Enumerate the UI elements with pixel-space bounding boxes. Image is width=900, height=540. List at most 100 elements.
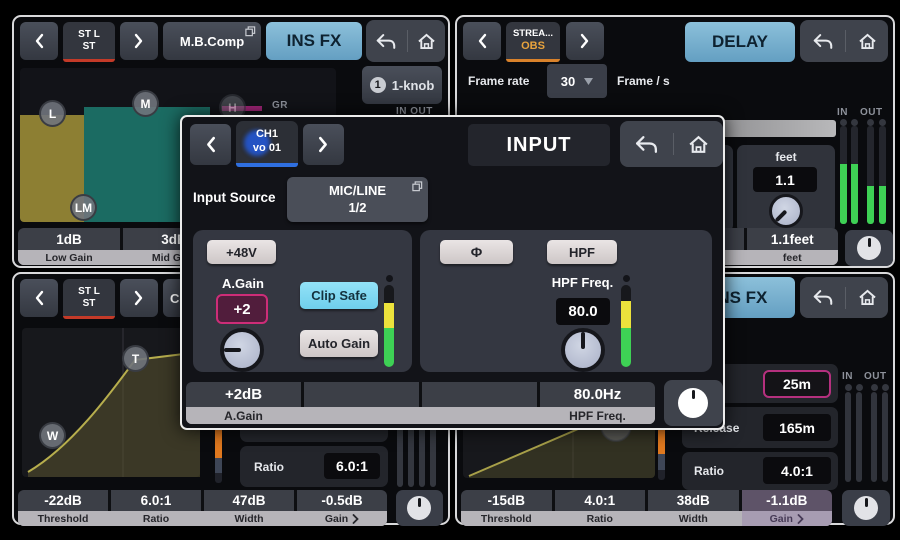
undo-button[interactable]: [812, 33, 834, 50]
out-meter: [882, 392, 888, 482]
input-source-label: Input Source: [193, 190, 276, 205]
a-gain-knob[interactable]: [220, 328, 264, 372]
out-label: OUT: [864, 371, 887, 382]
ratio-label: Ratio: [694, 464, 724, 478]
phase-button[interactable]: Φ: [440, 240, 513, 264]
frame-rate-dropdown[interactable]: 30: [547, 64, 607, 98]
input-dialog: CH1 vo 01 INPUT Input Source MIC/LINE 1/…: [180, 115, 725, 430]
next-channel-button[interactable]: [120, 279, 158, 317]
next-channel-button[interactable]: [120, 22, 158, 60]
param-a-gain[interactable]: +2dB: [186, 382, 301, 407]
auto-gain-button[interactable]: Auto Gain: [300, 330, 378, 357]
low-mid-band-handle[interactable]: LM: [70, 194, 97, 221]
assign-knob-button[interactable]: [845, 230, 893, 266]
param-low-gain[interactable]: 1dB: [18, 228, 120, 250]
hpf-freq-value[interactable]: 80.0: [556, 298, 610, 325]
param-cell[interactable]: [422, 382, 537, 407]
in-meter: [845, 392, 851, 482]
a-gain-label: A.Gain: [203, 276, 283, 291]
prev-channel-button[interactable]: [20, 22, 58, 60]
phase-hpf-section: Φ HPF HPF Freq. 80.0: [420, 230, 712, 372]
home-button[interactable]: [858, 33, 877, 50]
assign-knob-button[interactable]: [842, 490, 890, 526]
undo-button[interactable]: [812, 289, 834, 306]
hpf-freq-knob[interactable]: [561, 328, 605, 372]
param-feet[interactable]: 1.1feet: [747, 228, 839, 250]
hpf-freq-label: HPF Freq.: [530, 275, 635, 290]
copy-icon: [245, 26, 256, 37]
next-channel-button[interactable]: [566, 22, 604, 60]
channel-tab[interactable]: STREA... OBS: [506, 22, 560, 62]
channel-tab-line2: OBS: [521, 40, 545, 53]
undo-button[interactable]: [375, 33, 397, 50]
prev-channel-button[interactable]: [20, 279, 58, 317]
param-cell[interactable]: [304, 382, 419, 407]
param-threshold[interactable]: -15dB: [461, 490, 552, 511]
param-bar: -15dB 4.0:1 38dB -1.1dB Threshold Ratio …: [461, 490, 832, 526]
nav-group: [366, 20, 445, 62]
chevron-left-icon: [477, 33, 487, 49]
param-threshold[interactable]: -22dB: [18, 490, 108, 511]
home-button[interactable]: [417, 33, 436, 50]
param-label: [422, 407, 537, 424]
clip-safe-button[interactable]: Clip Safe: [300, 282, 378, 309]
ratio-label: Ratio: [254, 460, 284, 474]
phantom-48v-button[interactable]: +48V: [207, 240, 276, 264]
chevron-right-icon: [797, 514, 804, 524]
gr-label: GR: [272, 100, 288, 111]
home-button[interactable]: [688, 135, 709, 154]
ratio-value[interactable]: 4.0:1: [763, 457, 831, 484]
channel-tab[interactable]: ST L ST: [63, 279, 115, 319]
hpf-button[interactable]: HPF: [547, 240, 617, 264]
param-gain-selected[interactable]: -1.1dB: [742, 490, 833, 511]
param-width[interactable]: 47dB: [204, 490, 294, 511]
preset-button[interactable]: M.B.Comp: [163, 22, 261, 60]
low-band-handle[interactable]: L: [39, 100, 66, 127]
frame-unit-label: Frame / s: [617, 74, 670, 88]
home-button[interactable]: [858, 289, 877, 306]
undo-button[interactable]: [634, 135, 659, 154]
dropdown-caret-icon: [584, 78, 593, 85]
width-handle[interactable]: W: [39, 422, 66, 449]
input-source-button[interactable]: MIC/LINE 1/2: [287, 177, 428, 222]
param-hpf-freq[interactable]: 80.0Hz: [540, 382, 655, 407]
prev-channel-button[interactable]: [190, 124, 231, 165]
in-meter: [840, 126, 847, 224]
channel-tab[interactable]: ST L ST: [63, 22, 115, 62]
a-gain-value[interactable]: +2: [216, 294, 268, 324]
assign-knob-button[interactable]: [664, 380, 723, 426]
in-meter: [856, 392, 862, 482]
in-label: IN: [842, 371, 853, 382]
feet-knob[interactable]: [769, 194, 803, 228]
ratio-value[interactable]: 6.0:1: [324, 453, 380, 479]
channel-tab-ch1[interactable]: CH1 vo 01: [236, 121, 298, 167]
param-width[interactable]: 38dB: [648, 490, 739, 511]
param-label: Ratio: [111, 511, 201, 526]
chevron-left-icon: [205, 136, 216, 153]
param-ratio[interactable]: 4.0:1: [555, 490, 646, 511]
channel-tab-line1: ST L: [78, 286, 100, 298]
release-value[interactable]: 165m: [763, 414, 831, 441]
knob-icon: [407, 496, 431, 520]
param-gain[interactable]: -0.5dB: [297, 490, 387, 511]
next-channel-button[interactable]: [303, 124, 344, 165]
input-level-meter: [621, 285, 631, 367]
peak-led: [623, 275, 630, 282]
param-label: A.Gain: [186, 407, 301, 424]
mid-band-handle[interactable]: M: [132, 90, 159, 117]
param-ratio[interactable]: 6.0:1: [111, 490, 201, 511]
one-knob-icon: 1: [370, 77, 386, 93]
assign-knob-button[interactable]: [396, 490, 443, 526]
one-knob-button[interactable]: 1 1-knob: [362, 66, 442, 104]
param-label: Threshold: [18, 511, 108, 526]
out-peak-led: [882, 384, 889, 391]
prev-channel-button[interactable]: [463, 22, 501, 60]
param-label: feet: [747, 250, 839, 265]
out-meter: [871, 392, 877, 482]
preset-label: M.B.Comp: [180, 34, 244, 49]
in-peak-led: [845, 384, 852, 391]
divider: [673, 133, 674, 155]
attack-value[interactable]: 25m: [763, 370, 831, 398]
threshold-handle[interactable]: T: [122, 345, 149, 372]
knob-icon: [857, 236, 881, 260]
